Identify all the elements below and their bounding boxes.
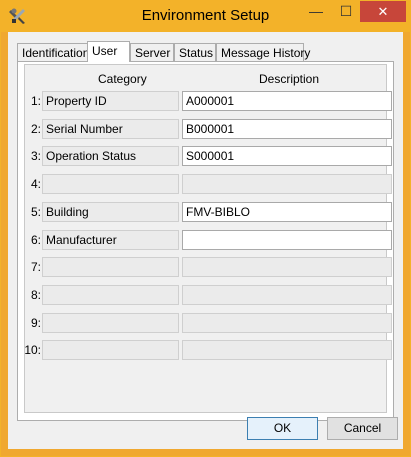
row-number: 3:: [30, 149, 41, 164]
description-field: [182, 174, 392, 195]
category-field: Operation Status: [42, 146, 179, 167]
cancel-button[interactable]: Cancel: [327, 417, 398, 440]
category-field: Property ID: [42, 91, 179, 111]
category-field: [42, 312, 179, 333]
category-field: Manufacturer: [42, 229, 179, 250]
description-field[interactable]: A000001: [182, 91, 392, 111]
row-number: 1:: [30, 94, 41, 108]
tab-user[interactable]: User: [87, 41, 130, 62]
category-field: Building: [42, 201, 179, 222]
close-button[interactable]: ✕: [360, 1, 406, 22]
description-field[interactable]: FMV-BIBLO: [182, 201, 392, 222]
maximize-icon: ☐: [339, 3, 353, 19]
user-tab-panel: Category Description 1: Property ID A00000…: [17, 61, 394, 421]
description-field: [182, 312, 392, 333]
tab-server[interactable]: Server: [130, 43, 174, 61]
category-field: [42, 174, 179, 195]
dialog-client-area: Identification User Server Status Messag…: [8, 32, 403, 449]
row-number: 10:: [24, 343, 41, 358]
ok-button[interactable]: OK: [247, 417, 318, 440]
minimize-button[interactable]: —: [302, 1, 330, 22]
maximize-button[interactable]: ☐: [332, 1, 360, 22]
tab-message-history[interactable]: Message History: [216, 43, 310, 61]
description-field: [182, 340, 392, 361]
title-bar[interactable]: Environment Setup — ☐ ✕: [1, 1, 410, 32]
description-field[interactable]: [182, 229, 392, 250]
category-field: [42, 340, 179, 361]
row-number: 8:: [30, 287, 41, 302]
row-number: 5:: [30, 204, 41, 219]
description-field[interactable]: S000001: [182, 146, 392, 167]
user-fields-group: Category Description 1: Property ID A00000…: [24, 64, 392, 413]
row-number: 7:: [30, 260, 41, 275]
row-number: 9:: [30, 315, 41, 330]
environment-setup-window: Environment Setup — ☐ ✕ Identification U…: [0, 0, 411, 457]
tab-status[interactable]: Status: [174, 43, 216, 61]
description-field: [182, 284, 392, 305]
description-field: [182, 257, 392, 278]
description-field[interactable]: B000001: [182, 118, 392, 139]
category-field: Serial Number: [42, 118, 179, 139]
category-field: [42, 284, 179, 305]
row-number: 4:: [30, 177, 41, 192]
row-number: 6:: [30, 232, 41, 247]
row-number: 2:: [30, 121, 41, 136]
close-icon: ✕: [377, 4, 389, 19]
category-field: [42, 257, 179, 278]
minimize-icon: —: [309, 3, 323, 19]
description-header: Description: [259, 72, 320, 86]
tab-identification[interactable]: Identification: [17, 43, 89, 61]
category-header: Category: [98, 72, 147, 86]
